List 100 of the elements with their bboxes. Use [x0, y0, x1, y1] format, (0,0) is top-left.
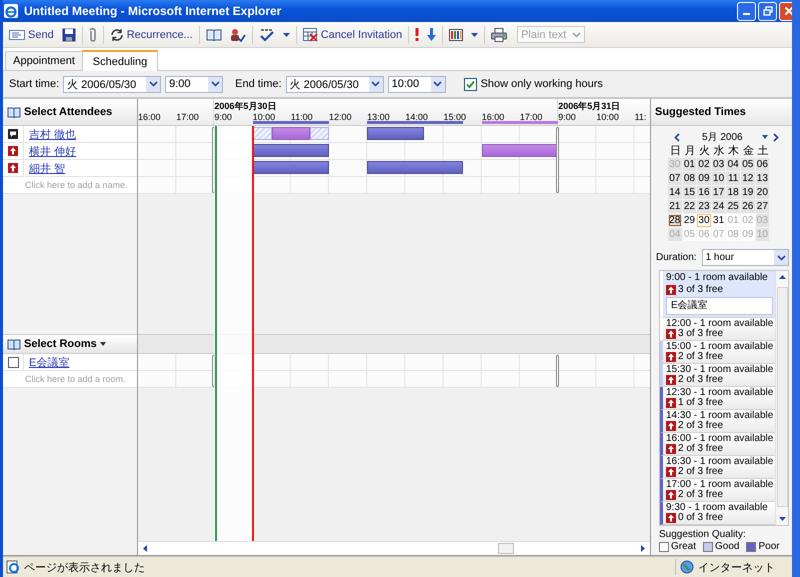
chevron-down-icon — [433, 81, 442, 87]
hour-label: 16:00 — [138, 112, 161, 122]
chevron-down-icon — [371, 81, 380, 87]
next-month-icon[interactable] — [772, 132, 779, 142]
calendar-day[interactable]: 08 — [682, 172, 696, 185]
speech-bubble-icon — [8, 129, 18, 139]
calendar-day[interactable]: 02 — [697, 158, 711, 171]
caret-icon[interactable] — [762, 135, 768, 139]
scroll-right-icon[interactable] — [641, 545, 645, 552]
calendar-day[interactable]: 10 — [712, 172, 726, 185]
weekday-label: 土 — [756, 144, 770, 158]
calendar-day[interactable]: 11 — [726, 172, 740, 185]
calendar-day[interactable]: 19 — [740, 186, 755, 199]
duration-dropdown[interactable]: 1 hour — [702, 249, 789, 266]
hour-label: 14:00 — [405, 112, 428, 122]
room-option[interactable]: E会議室 — [666, 297, 774, 315]
recurrence-button[interactable]: Recurrence... — [106, 24, 197, 44]
scroll-down-icon[interactable] — [779, 517, 786, 521]
suggestion-item[interactable]: 14:30 - 1 room available 2 of 3 free — [660, 410, 776, 433]
calendar-day[interactable]: 26 — [740, 200, 755, 213]
calendar-day[interactable]: 17 — [712, 186, 726, 199]
legend-label: Poor — [758, 541, 780, 552]
calendar-day[interactable]: 25 — [726, 200, 740, 213]
calendar-day[interactable]: 09 — [697, 172, 711, 185]
start-time-label: Start time: — [9, 78, 60, 90]
rooms-header[interactable]: Select Rooms — [3, 334, 137, 354]
room-checkbox[interactable] — [8, 356, 18, 368]
day-divider — [556, 355, 560, 387]
calendar-day[interactable]: 18 — [726, 186, 740, 199]
calendar-day[interactable]: 13 — [756, 172, 770, 185]
suggestion-time: 12:00 - 1 room available — [666, 319, 774, 329]
cancel-invitation-button[interactable]: Cancel Invitation — [298, 24, 406, 44]
calendar-day[interactable]: 01 — [682, 158, 696, 171]
calendar-day[interactable]: 06 — [756, 158, 770, 171]
meeting-start-line[interactable] — [215, 126, 218, 541]
minimize-button[interactable] — [737, 2, 756, 20]
calendar-x-icon — [302, 28, 318, 42]
free-count: 1 of 3 free — [678, 398, 724, 408]
meeting-end-line[interactable] — [252, 126, 254, 541]
busy-time-block[interactable] — [252, 127, 272, 140]
start-time-dropdown[interactable]: 9:00 — [165, 76, 224, 92]
calendar-day[interactable]: 29 — [682, 214, 696, 227]
scroll-up-icon[interactable] — [779, 275, 786, 279]
calendar-day[interactable]: 14 — [668, 186, 682, 199]
send-button[interactable]: Send — [5, 24, 58, 44]
end-date-dropdown[interactable]: 火 2006/05/30 — [286, 76, 384, 92]
scrollbar-thumb[interactable] — [498, 543, 514, 554]
attendees-header[interactable]: Select Attendees — [3, 99, 137, 126]
previous-month-icon[interactable] — [674, 132, 680, 142]
hour-label: 11: — [634, 112, 646, 122]
quality-swatch — [746, 542, 756, 552]
busy-time-block[interactable] — [310, 127, 329, 140]
calendar-day[interactable]: 07 — [668, 172, 682, 185]
suggestion-item[interactable]: 15:30 - 1 room available 2 of 3 free — [660, 364, 776, 387]
weekday-label: 火 — [698, 144, 711, 158]
tab[interactable]: Scheduling — [82, 50, 158, 71]
up-arrow-icon — [666, 329, 676, 339]
calendar-day[interactable]: 27 — [756, 200, 770, 213]
suggestion-item[interactable]: 15:00 - 1 room available 2 of 3 free — [660, 341, 776, 364]
start-date-dropdown[interactable]: 火 2006/05/30 — [63, 76, 162, 92]
suggestion-item[interactable]: 16:00 - 1 room available 2 of 3 free — [660, 433, 776, 456]
suggestion-item[interactable]: 9:30 - 1 room available 0 of 3 free — [660, 502, 776, 525]
up-arrow-icon — [666, 421, 676, 431]
minimize-icon — [743, 13, 750, 15]
vertical-scrollbar[interactable] — [775, 271, 788, 525]
suggestion-item[interactable]: 17:00 - 1 room available 2 of 3 free — [660, 479, 776, 502]
zone-label: インターネット — [698, 560, 775, 574]
month-label[interactable]: 5月 2006 — [702, 130, 743, 144]
suggestion-item[interactable]: 9:00 - 1 room available 3 of 3 free E会議室 — [660, 271, 776, 318]
up-arrow-icon — [666, 513, 676, 523]
restore-button[interactable] — [758, 2, 777, 20]
calendar-day[interactable]: 15 — [682, 186, 696, 199]
calendar-day[interactable]: 31 — [712, 214, 726, 227]
suggestion-time: 12:30 - 1 room available — [666, 388, 774, 398]
calendar-day[interactable]: 24 — [712, 200, 726, 213]
horizontal-scrollbar[interactable] — [138, 541, 650, 555]
suggestion-item[interactable]: 12:00 - 1 room available 3 of 3 free — [660, 318, 776, 341]
calendar-day[interactable]: 04 — [726, 158, 740, 171]
calendar-day[interactable]: 05 — [740, 158, 755, 171]
calendar-day[interactable]: 30 — [697, 214, 711, 227]
calendar-day[interactable]: 23 — [697, 200, 711, 213]
calendar-day[interactable]: 16 — [697, 186, 711, 199]
suggestion-item[interactable]: 16:30 - 1 room available 2 of 3 free — [660, 456, 776, 479]
chevron-down-icon — [148, 81, 158, 87]
calendar-day[interactable]: 21 — [668, 200, 682, 213]
hour-label: 13:00 — [367, 112, 390, 122]
suggestion-time: 15:30 - 1 room available — [666, 365, 774, 375]
scroll-left-icon[interactable] — [143, 545, 147, 552]
calendar-day[interactable]: 12 — [740, 172, 755, 185]
working-hours-checkbox[interactable] — [464, 78, 477, 90]
tab[interactable]: Appointment — [5, 51, 83, 70]
calendar-day[interactable]: 03 — [712, 158, 726, 171]
suggestion-item[interactable]: 12:30 - 1 room available 1 of 3 free — [660, 387, 776, 410]
calendar-day[interactable]: 22 — [682, 200, 696, 213]
calendar-day[interactable]: 20 — [756, 186, 770, 199]
circular-arrows-icon — [110, 28, 124, 42]
scrollbar-thumb[interactable] — [777, 287, 788, 507]
up-arrow-icon — [8, 163, 18, 173]
end-time-dropdown[interactable]: 10:00 — [388, 76, 446, 92]
up-arrow-icon — [666, 467, 676, 477]
